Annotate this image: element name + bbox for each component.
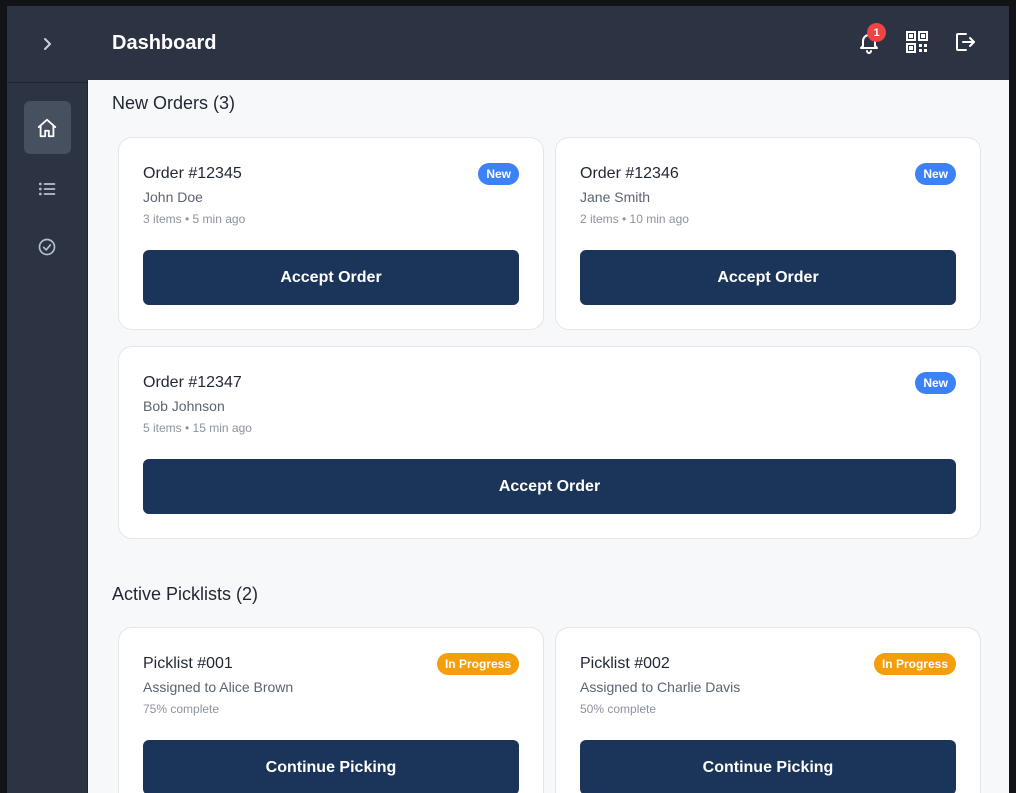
header-actions: 1 [855, 23, 979, 56]
status-badge: In Progress [873, 653, 956, 675]
sidebar-item-list[interactable] [24, 165, 71, 212]
sidebar-nav [7, 83, 87, 270]
sidebar-header [7, 6, 87, 83]
picklist-assignee: Assigned to Charlie Davis [580, 679, 741, 695]
picklist-progress: 50% complete [580, 702, 657, 716]
status-badge: New [915, 163, 956, 185]
picklist-progress: 75% complete [143, 702, 220, 716]
status-badge: In Progress [436, 653, 519, 675]
order-card: Order #12345 New John Doe 3 items • 5 mi… [118, 137, 544, 330]
notifications-button[interactable]: 1 [855, 23, 886, 56]
qr-code-button[interactable] [903, 28, 931, 56]
order-card: Order #12346 New Jane Smith 2 items • 10… [555, 137, 981, 330]
new-orders-title: New Orders (3) [112, 93, 236, 113]
order-customer: Jane Smith [580, 189, 651, 205]
accept-order-button[interactable]: Accept Order [143, 459, 956, 514]
sidebar-item-completed[interactable] [24, 223, 71, 270]
order-customer: Bob Johnson [143, 398, 225, 414]
accept-order-button[interactable]: Accept Order [580, 250, 956, 305]
sidebar [7, 6, 88, 793]
top-header: Dashboard 1 [87, 6, 1009, 80]
logout-button[interactable] [951, 28, 979, 56]
order-meta: 3 items • 5 min ago [143, 212, 246, 226]
continue-picking-button[interactable]: Continue Picking [143, 740, 519, 793]
status-badge: New [915, 372, 956, 394]
check-circle-icon [37, 237, 57, 257]
accept-order-button[interactable]: Accept Order [143, 250, 519, 305]
order-title: Order #12347 [143, 374, 242, 391]
list-icon [37, 179, 57, 199]
picklist-title: Picklist #001 [143, 655, 233, 672]
order-customer: John Doe [143, 189, 203, 205]
status-badge: New [478, 163, 519, 185]
picklist-title: Picklist #002 [580, 655, 670, 672]
sidebar-item-home[interactable] [23, 101, 71, 154]
qr-code-icon [905, 30, 929, 54]
active-picklists-title: Active Picklists (2) [112, 584, 259, 604]
continue-picking-button[interactable]: Continue Picking [580, 740, 956, 793]
picklist-assignee: Assigned to Alice Brown [143, 679, 294, 695]
order-meta: 2 items • 10 min ago [580, 212, 689, 226]
chevron-right-icon[interactable] [39, 36, 55, 52]
order-meta: 5 items • 15 min ago [143, 421, 252, 435]
logout-icon [953, 30, 977, 54]
page-title: Dashboard [112, 31, 217, 54]
order-title: Order #12346 [580, 165, 679, 182]
app-window: Dashboard 1 New Orders (3) Order #12345 … [7, 6, 1009, 793]
picklist-card: Picklist #002 In Progress Assigned to Ch… [555, 627, 981, 793]
home-icon [36, 117, 58, 139]
picklist-card: Picklist #001 In Progress Assigned to Al… [118, 627, 544, 793]
order-card: Order #12347 New Bob Johnson 5 items • 1… [118, 346, 981, 539]
notification-badge: 1 [867, 23, 886, 42]
order-title: Order #12345 [143, 165, 242, 182]
